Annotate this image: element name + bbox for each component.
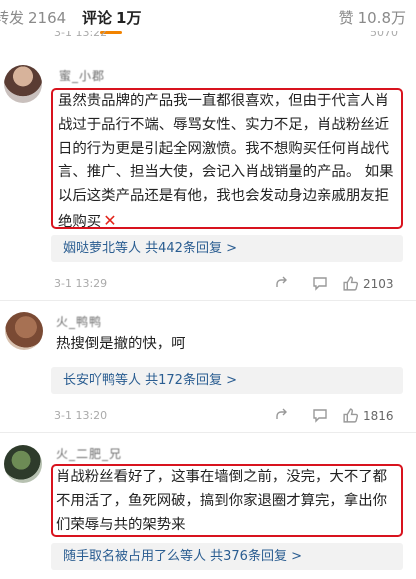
previous-comment-likes: 5070	[370, 31, 398, 39]
replies-link[interactable]: 随手取名被占用了么等人 共376条回复 >	[51, 543, 403, 570]
previous-comment-time: 3-1 13:22	[54, 31, 108, 39]
share-icon[interactable]	[274, 275, 290, 291]
thumbs-up-icon	[342, 407, 363, 424]
comment-text: 热搜倒是撤的快，呵	[56, 336, 186, 352]
comment-time: 3-1 13:20	[54, 409, 108, 422]
tab-comment-count: 1万	[116, 9, 142, 27]
comment-username[interactable]: 蜜_小郡	[59, 67, 105, 84]
like-button[interactable]: 1816	[342, 407, 394, 424]
tab-like-label: 赞	[338, 9, 354, 27]
cross-mark-icon: ✕	[103, 210, 117, 230]
comment-meta: 3-1 13:20 1816	[54, 407, 404, 425]
divider	[0, 300, 416, 301]
like-button[interactable]: 2103	[342, 275, 394, 292]
avatar[interactable]	[5, 312, 43, 350]
comment-username[interactable]: 火_鸭鸭	[56, 313, 102, 330]
comment-meta: 3-1 13:29 2103	[54, 275, 404, 293]
thumbs-up-icon	[342, 275, 363, 292]
tab-repost-label: 转发	[0, 9, 25, 27]
tab-repost[interactable]: 转发 2164	[0, 7, 66, 28]
comment-icon[interactable]	[312, 407, 328, 423]
comment-text: 虽然贵品牌的产品我一直都很喜欢，但由于代言人肖战过于品行不端、辱骂女性、实力不足…	[58, 90, 400, 235]
replies-link[interactable]: 姻哒萝北等人 共442条回复 >	[51, 235, 403, 262]
avatar[interactable]	[4, 65, 42, 103]
comment-username[interactable]: 火_二肥_兄	[56, 445, 122, 462]
like-count: 1816	[363, 408, 394, 423]
comment-text-body: 虽然贵品牌的产品我一直都很喜欢，但由于代言人肖战过于品行不端、辱骂女性、实力不足…	[58, 93, 394, 230]
tab-comment[interactable]: 评论 1万	[82, 7, 141, 28]
tab-like-count: 10.8万	[357, 9, 406, 27]
tab-like[interactable]: 赞 10.8万	[339, 7, 406, 28]
previous-comment-meta: 3-1 13:22 5070	[54, 31, 406, 41]
tab-comment-label: 评论	[82, 9, 113, 27]
share-icon[interactable]	[274, 407, 290, 423]
divider	[0, 432, 416, 433]
comment-time: 3-1 13:29	[54, 277, 108, 290]
tab-repost-count: 2164	[28, 9, 67, 27]
avatar[interactable]	[4, 445, 42, 483]
comment-text: 肖战粉丝看好了，这事在墙倒之前，没完，大不了都不用活了，鱼死网破，搞到你家退圈才…	[56, 469, 387, 533]
comment-icon[interactable]	[312, 275, 328, 291]
replies-link[interactable]: 长安吖鸭等人 共172条回复 >	[51, 367, 403, 394]
like-count: 2103	[363, 276, 394, 291]
